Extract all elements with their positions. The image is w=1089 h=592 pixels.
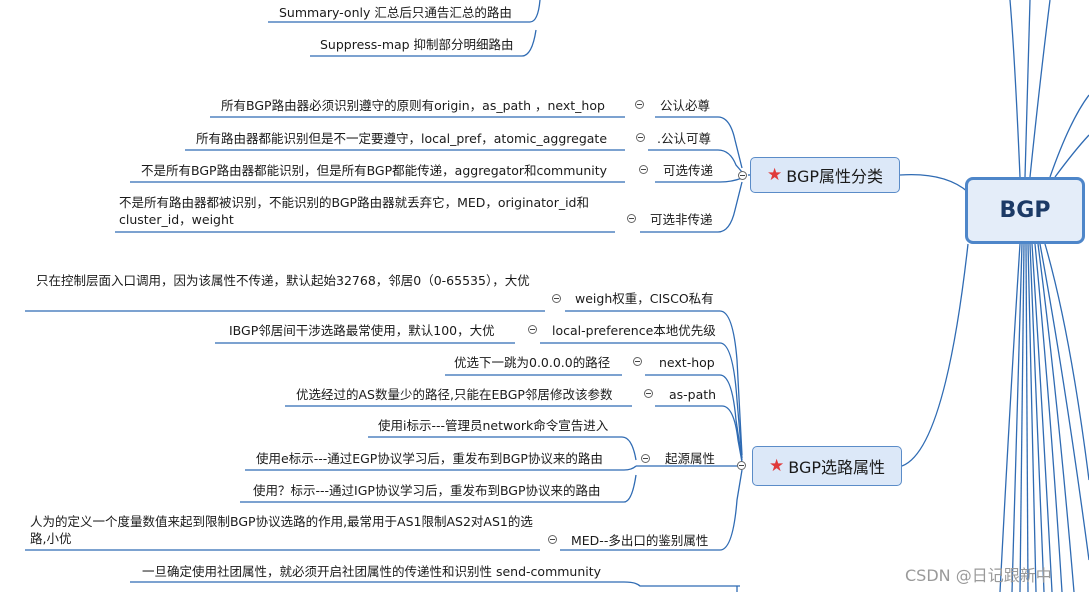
collapse-toggle-icon[interactable] [641,454,650,463]
class-label-4[interactable]: 可选非传递 [650,211,713,228]
collapse-toggle-icon[interactable] [644,389,653,398]
med-desc: 人为的定义一个度量数值来起到限制BGP协议选路的作用,最常用于AS1限制AS2对… [30,514,533,546]
connector-root-up-3 [1009,0,1021,178]
collapse-toggle-icon[interactable] [639,165,648,174]
localpref-label[interactable]: local-preference本地优先级 [552,322,716,339]
class-label-1[interactable]: 公认必尊 [660,97,710,114]
star-icon: ★ [769,456,785,476]
collapse-toggle-icon[interactable] [738,171,747,180]
localpref-desc: IBGP邻居间干涉选路最常使用，默认100，大优 [229,323,495,338]
class-label-3[interactable]: 可选传递 [663,162,713,179]
origin-sub-1: 使用i标示---管理员network命令宣告进入 [378,418,609,433]
collapse-toggle-icon[interactable] [636,133,645,142]
connector-community [130,581,740,587]
connector-root-up-2 [1054,134,1089,178]
weight-desc: 只在控制层面入口调用，因为该属性不传递，默认起始32768，邻居0（0-6553… [36,273,530,288]
connector-root-up-5 [1029,0,1051,178]
connector-path-root [901,243,969,467]
topic-label: BGP选路属性 [788,458,885,477]
summary-only-label: Summary-only 汇总后只通告汇总的路由 [279,5,512,20]
connector-root-up-1 [1049,94,1089,178]
origin-sub-2: 使用e标示---通过EGP协议学习后，重发布到BGP协议来的路由 [256,451,603,466]
weight-label[interactable]: weigh权重，CISCO私有 [575,290,714,307]
class-desc-3: 不是所有BGP路由器都能识别，但是所有BGP都能传递，aggregator和co… [141,163,608,178]
mind-map-canvas [25,0,1089,592]
collapse-toggle-icon[interactable] [548,535,557,544]
suppress-map-label: Suppress-map 抑制部分明细路由 [320,37,514,52]
class-label-2[interactable]: .公认可尊 [657,130,711,147]
collapse-toggle-icon[interactable] [635,100,644,109]
origin-sub-3: 使用？标示---通过IGP协议学习后，重发布到BGP协议来的路由 [253,483,601,498]
collapse-toggle-icon[interactable] [627,214,636,223]
class-desc-4: 不是所有路由器都被识别，不能识别的BGP路由器就丢弃它，MED，originat… [119,195,589,227]
collapse-toggle-icon[interactable] [528,325,537,334]
topic-bgp-path-attrs[interactable]: ★ BGP选路属性 [752,446,902,486]
connector-root-fan-4 [1025,243,1029,592]
topic-label: BGP属性分类 [786,167,883,186]
aspath-desc: 优选经过的AS数量少的路径,只能在EBGP邻居修改该参数 [296,387,613,402]
connector-root-up-4 [1024,0,1031,178]
root-topic-bgp[interactable]: BGP [965,177,1085,244]
med-label[interactable]: MED--多出口的鉴别属性 [571,532,708,549]
origin-label[interactable]: 起源属性 [665,450,715,467]
topic-bgp-attr-classes[interactable]: ★ BGP属性分类 [750,157,900,193]
community-desc: 一旦确定使用社团属性，就必须开启社团属性的传递性和识别性 send-commun… [142,564,602,579]
collapse-toggle-icon[interactable] [737,461,746,470]
collapse-toggle-icon[interactable] [552,294,561,303]
collapse-toggle-icon[interactable] [633,357,642,366]
aspath-label[interactable]: as-path [669,386,716,403]
nexthop-label[interactable]: next-hop [659,354,715,371]
class-desc-1: 所有BGP路由器必须识别遵守的原则有origin，as_path ，next_h… [221,98,605,113]
nexthop-desc: 优选下一跳为0.0.0.0的路径 [454,355,611,370]
class-desc-2: 所有路由器都能识别但是不一定要遵守，local_pref，atomic_aggr… [196,131,608,146]
watermark: CSDN @日记跟新中 [905,566,1052,585]
connector-class-root [899,173,969,193]
star-icon: ★ [767,165,783,185]
